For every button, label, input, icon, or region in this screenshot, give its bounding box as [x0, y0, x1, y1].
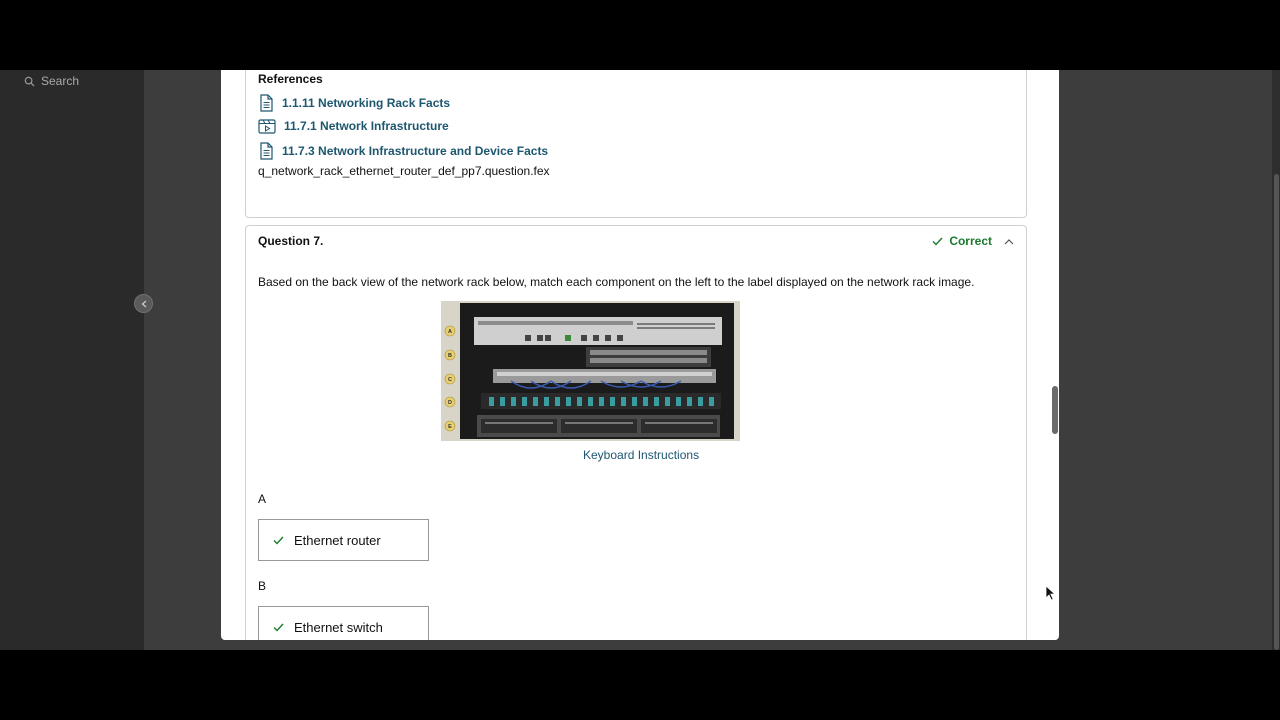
rack-label: A [448, 329, 452, 335]
question-status[interactable]: Correct [932, 234, 1014, 248]
sidebar: Search [0, 70, 144, 650]
references-card: References 1.1.11 Networking Rack Facts [245, 70, 1027, 218]
reference-item[interactable]: 11.7.3 Network Infrastructure and Device… [258, 142, 548, 160]
page-scrollbar-thumb[interactable] [1274, 174, 1279, 650]
document-icon [260, 94, 273, 112]
search-label: Search [41, 74, 80, 88]
checkmark-icon [932, 237, 943, 246]
panel-scrollbar-thumb[interactable] [1052, 386, 1058, 434]
question-title: Question 7. [258, 234, 324, 248]
question-panel: References 1.1.11 Networking Rack Facts [221, 70, 1059, 640]
answer-dropzone-a[interactable]: Ethernet router [258, 519, 429, 561]
reference-link[interactable]: 1.1.11 Networking Rack Facts [282, 96, 450, 110]
rack-label: B [448, 353, 452, 359]
checkmark-icon [273, 623, 284, 632]
answer-value: Ethernet switch [294, 619, 383, 635]
answer-dropzone-b[interactable]: Ethernet switch [258, 606, 429, 640]
mouse-cursor-icon [1045, 585, 1057, 601]
checkmark-icon [273, 536, 284, 545]
slot-label-b: B [258, 579, 267, 593]
sidebar-search[interactable]: Search [24, 72, 79, 90]
question-prompt: Based on the back view of the network ra… [258, 275, 975, 289]
reference-item[interactable]: 11.7.1 Network Infrastructure [258, 118, 449, 134]
rack-label: E [448, 424, 452, 430]
status-badge: Correct [949, 234, 992, 248]
network-rack-image: A B C D E [441, 301, 740, 441]
search-icon [24, 76, 35, 87]
rack-label: C [448, 377, 452, 383]
chevron-left-icon [141, 300, 146, 307]
question-filename: q_network_rack_ethernet_router_def_pp7.q… [258, 164, 550, 178]
video-icon [258, 119, 276, 134]
chevron-up-icon[interactable] [1004, 238, 1014, 245]
keyboard-instructions-link[interactable]: Keyboard Instructions [583, 448, 699, 462]
collapse-sidebar-button[interactable] [134, 294, 153, 313]
references-heading: References [258, 72, 323, 86]
bottom-letterbox [0, 650, 1280, 720]
page-scrollbar[interactable] [1272, 70, 1280, 650]
app-window: Search References 1.1.11 Networking Rack… [0, 70, 1280, 650]
question-card: Question 7. Correct Based on the back vi… [245, 225, 1027, 640]
rack-label: D [448, 400, 452, 406]
top-letterbox [0, 0, 1280, 70]
slot-label-a: A [258, 492, 267, 506]
document-icon [260, 142, 273, 160]
answer-value: Ethernet router [294, 532, 381, 548]
reference-link[interactable]: 11.7.3 Network Infrastructure and Device… [282, 144, 548, 158]
reference-item[interactable]: 1.1.11 Networking Rack Facts [258, 94, 450, 112]
reference-link[interactable]: 11.7.1 Network Infrastructure [284, 119, 449, 133]
